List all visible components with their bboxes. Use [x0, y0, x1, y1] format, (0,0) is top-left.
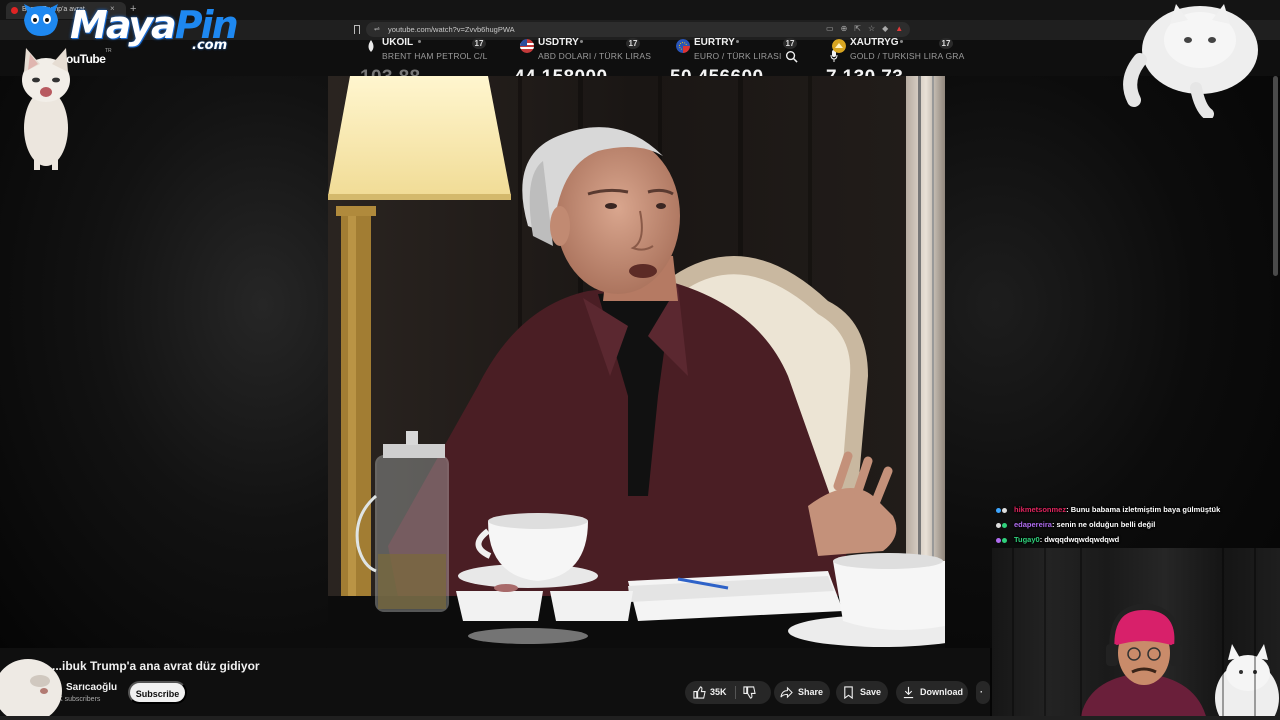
streamer-webcam [992, 548, 1280, 720]
subscribe-button[interactable]: Subscribe [128, 681, 187, 704]
share-label: Share [798, 687, 824, 697]
mayapin-logo-maya: Maya [70, 3, 177, 47]
chat-message: hikmetsonmez: Bunu babama izletmiştim ba… [996, 505, 1280, 520]
bottom-strip [0, 716, 1280, 720]
chat-text: : senin ne olduğun belli değil [1051, 520, 1156, 529]
streamer-figure [1080, 603, 1279, 720]
mayapin-mascot-icon [24, 4, 58, 36]
tradingview-badge: 17 [626, 38, 640, 49]
tradingview-badge: 17 [472, 38, 486, 49]
us-flag-icon [520, 39, 534, 53]
eu-flag-icon [676, 39, 690, 53]
share-page-icon[interactable]: ⇱ [854, 24, 861, 33]
thumbs-down-icon[interactable] [743, 686, 756, 699]
video-player[interactable] [328, 76, 945, 648]
status-dot [736, 40, 739, 43]
chat-username: Tugay0 [1014, 535, 1040, 544]
ticker-symbol: EURTRY [694, 37, 735, 48]
chat-badges-icon [996, 535, 1012, 544]
tradingview-badge: 17 [783, 38, 797, 49]
site-info-icon[interactable]: ⇌ [374, 25, 381, 33]
divider [735, 686, 736, 699]
chat-text: : dwqqdwqwdqwdqwd [1039, 535, 1120, 544]
youtube-favicon-icon [11, 7, 18, 14]
chat-username: hikmetsonmez [1014, 505, 1067, 514]
alert-icon[interactable]: ▲ [895, 24, 903, 33]
thumbs-up-icon[interactable] [693, 686, 706, 699]
chat-badges-icon [996, 505, 1012, 514]
chat-message: edapereira: senin ne olduğun belli değil [996, 520, 1280, 535]
download-icon [903, 686, 914, 699]
cat-sticker-bottom-left [0, 659, 62, 720]
bookmark-save-icon [844, 686, 853, 699]
channel-name[interactable]: Sarıcaoğlu [66, 682, 117, 693]
region-label: TR [105, 48, 112, 54]
ticker-description: GOLD / TURKISH LIRA GRA [850, 51, 965, 61]
ticker-description: EURO / TÜRK LIRASI [694, 51, 782, 61]
gold-coin-icon [832, 39, 846, 53]
save-label: Save [860, 687, 882, 697]
mayapin-logo-domain: .com [192, 38, 228, 53]
save-button[interactable]: Save [836, 681, 888, 704]
cast-icon[interactable]: ▭ [826, 24, 834, 33]
url-text: youtube.com/watch?v=Zvvb6hugPWA [388, 25, 515, 34]
cat-sticker-left [22, 48, 70, 170]
oil-drop-icon [368, 40, 374, 52]
stream-chat-overlay: hikmetsonmez: Bunu babama izletmiştim ba… [996, 505, 1280, 550]
chat-username: edapereira [1014, 520, 1052, 529]
cat-sticker-right [1123, 4, 1258, 118]
ticker-symbol: USDTRY [538, 37, 579, 48]
status-dot [580, 40, 583, 43]
download-button[interactable]: Download [896, 681, 968, 704]
ticker-description: BRENT HAM PETROL C/L [382, 51, 488, 61]
ticker-symbol: XAUTRYG [850, 37, 899, 48]
chat-text: : Bunu babama izletmiştim baya gülmüştük [1066, 505, 1221, 514]
address-bar-actions: ▭ ⊕ ⇱ ☆ ◆ ▲ [826, 24, 903, 33]
video-title: ...ibuk Trump'a ana avrat düz gidiyor [52, 659, 260, 673]
share-icon [780, 686, 793, 699]
extension-icon[interactable]: ◆ [882, 24, 888, 33]
bookmark-star-icon[interactable]: ☆ [868, 24, 875, 33]
download-label: Download [920, 687, 963, 697]
status-dot [900, 40, 903, 43]
status-dot [418, 40, 421, 43]
zoom-icon[interactable]: ⊕ [841, 24, 848, 33]
bookmark-icon[interactable] [354, 25, 360, 34]
screen: Ben... Trump'a avrat × + ⇌ youtube.com/w… [0, 0, 1280, 720]
like-count[interactable]: 35K [710, 681, 727, 704]
ticker-symbol: UKOIL [382, 37, 414, 48]
share-button[interactable]: Share [774, 681, 830, 704]
tradingview-badge: 17 [939, 38, 953, 49]
video-frame [328, 76, 945, 648]
more-actions-button[interactable]: · [976, 681, 990, 704]
page-scrollbar[interactable] [1273, 76, 1278, 276]
ticker-description: ABD DOLARI / TÜRK LIRAS [538, 51, 652, 61]
like-dislike-group: 35K [685, 681, 771, 704]
chat-badges-icon [996, 520, 1012, 529]
